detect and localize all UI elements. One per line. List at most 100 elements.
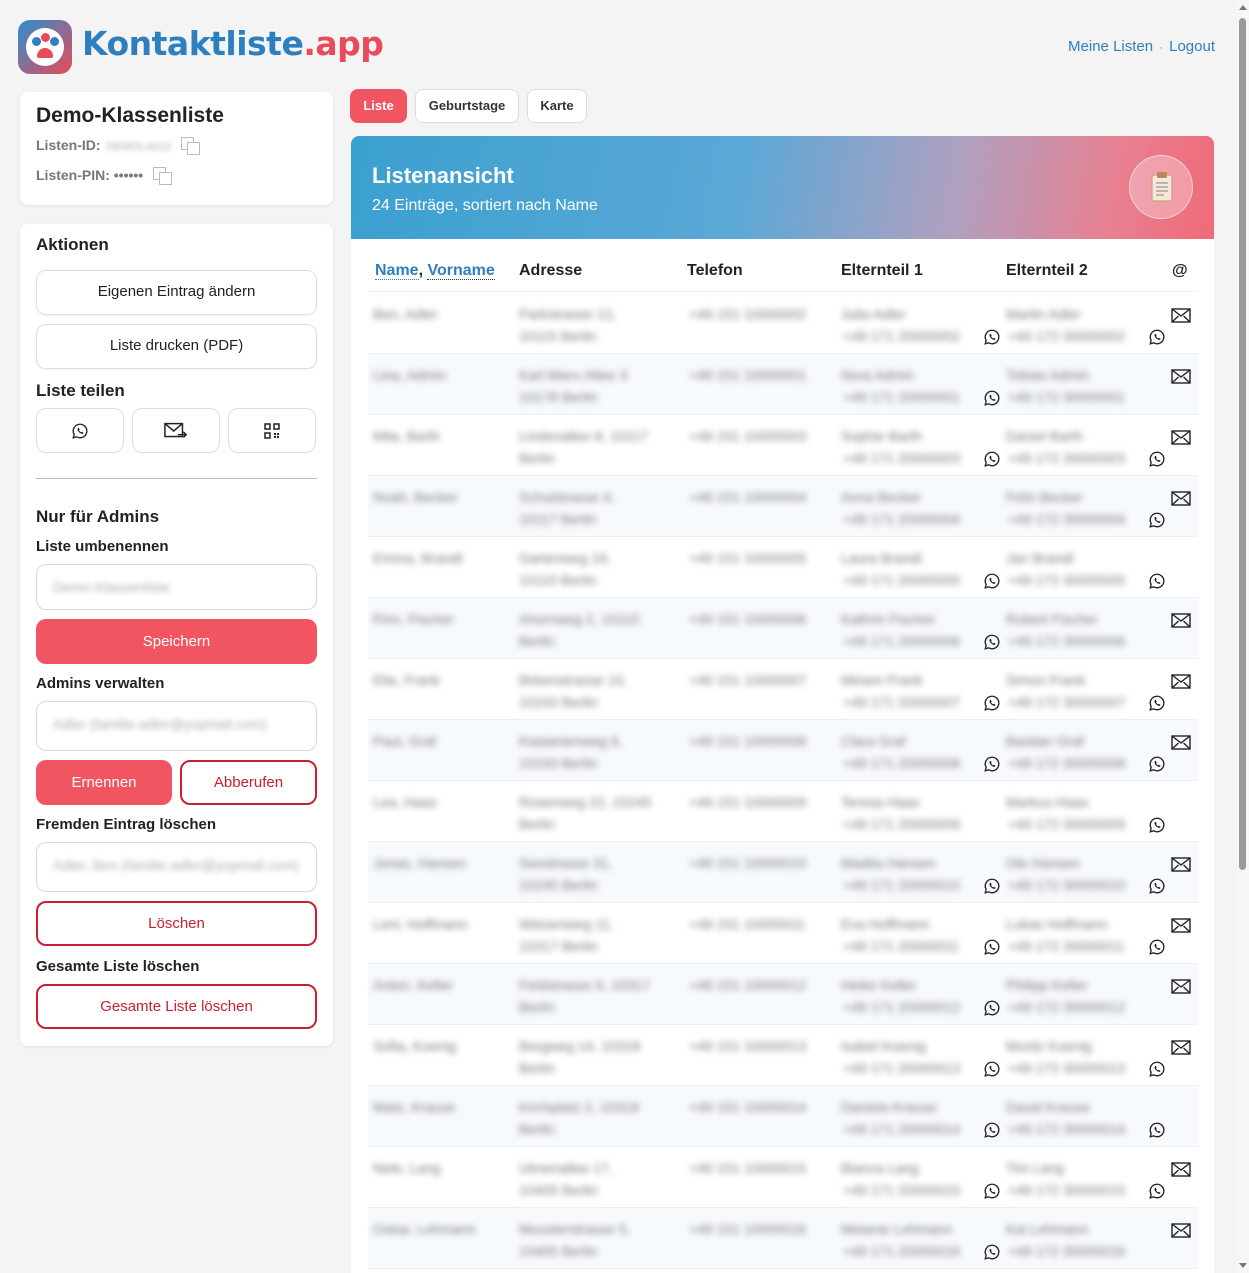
revoke-admin-button[interactable]: Abberufen: [180, 760, 317, 805]
whatsapp-icon[interactable]: [983, 755, 1001, 773]
cell-parent1-phone: +49 171 20000006: [843, 633, 961, 649]
page-scrollbar[interactable]: [1237, 0, 1249, 1273]
actions-title: Aktionen: [36, 235, 109, 254]
tab-liste[interactable]: Liste: [350, 89, 407, 123]
mail-icon[interactable]: [1171, 308, 1191, 323]
whatsapp-icon[interactable]: [983, 1060, 1001, 1078]
scroll-up-arrow-icon[interactable]: [1239, 5, 1247, 10]
table-row: Anton, Keller Feldstrasse 9, 10317 Berlin +…: [368, 964, 1198, 1025]
mail-icon[interactable]: [1171, 1223, 1191, 1238]
share-title: Liste teilen: [36, 381, 125, 400]
mail-icon[interactable]: [1171, 979, 1191, 994]
mail-icon[interactable]: [1171, 613, 1191, 628]
whatsapp-icon[interactable]: [983, 877, 1001, 895]
whatsapp-icon[interactable]: [1148, 1060, 1166, 1078]
cell-name: Jonas, Hansen: [373, 855, 467, 871]
cell-parent2-name: David Krause: [1006, 1099, 1091, 1115]
qr-code-icon: [264, 422, 280, 439]
sort-by-name-header[interactable]: Name, Vorname: [375, 262, 495, 280]
cell-parent1-name: Clara Graf: [841, 733, 906, 749]
whatsapp-icon[interactable]: [1148, 1182, 1166, 1200]
admin-section-title: Nur für Admins: [36, 507, 160, 526]
cell-address-line2: Berlin: [519, 1121, 555, 1137]
delete-all-button[interactable]: Gesamte Liste löschen: [36, 984, 317, 1029]
delete-entry-select[interactable]: Adler, Ben (familie.adler@yopmail.com): [36, 842, 317, 892]
cell-parent2-phone: +49 172 30000012: [1008, 999, 1126, 1015]
cell-parent1-name: Anna Becker: [841, 489, 922, 505]
rename-input[interactable]: Demo-Klassenliste: [36, 564, 317, 610]
mail-icon[interactable]: [1171, 918, 1191, 933]
mail-icon[interactable]: [1171, 1162, 1191, 1177]
whatsapp-icon[interactable]: [983, 1121, 1001, 1139]
whatsapp-icon[interactable]: [1148, 511, 1166, 529]
clipboard-icon: [1129, 155, 1193, 219]
whatsapp-icon[interactable]: [1148, 328, 1166, 346]
cell-parent1-name: Heike Keller: [841, 977, 917, 993]
table-row: Lina, Admin Karl-Marx-Allee 3 10178 Berlin…: [368, 354, 1198, 415]
section-divider: [36, 478, 317, 479]
tab-karte[interactable]: Karte: [527, 89, 587, 123]
scroll-thumb[interactable]: [1239, 18, 1246, 870]
whatsapp-icon[interactable]: [983, 633, 1001, 651]
whatsapp-icon[interactable]: [983, 1243, 1001, 1261]
share-whatsapp-button[interactable]: [36, 408, 124, 453]
whatsapp-icon[interactable]: [1148, 816, 1166, 834]
header-vorname[interactable]: Vorname: [427, 262, 495, 280]
whatsapp-icon[interactable]: [983, 694, 1001, 712]
whatsapp-icon[interactable]: [1148, 938, 1166, 956]
cell-parent2-name: Daniel Barth: [1006, 428, 1084, 444]
whatsapp-icon[interactable]: [1148, 1121, 1166, 1139]
mail-icon[interactable]: [1171, 491, 1191, 506]
save-button[interactable]: Speichern: [36, 619, 317, 664]
whatsapp-icon[interactable]: [983, 938, 1001, 956]
cell-name: Mats, Krause: [373, 1099, 456, 1115]
cell-phone: +49 151 10000005: [689, 550, 807, 566]
whatsapp-icon[interactable]: [983, 328, 1001, 346]
edit-own-entry-button[interactable]: Eigenen Eintrag ändern: [36, 270, 317, 315]
cell-parent1-phone: +49 171 20000004: [843, 511, 961, 527]
whatsapp-icon[interactable]: [1148, 755, 1166, 773]
whatsapp-icon[interactable]: [983, 389, 1001, 407]
mail-icon[interactable]: [1171, 857, 1191, 872]
cell-parent2-phone: +49 172 30000015: [1008, 1182, 1126, 1198]
mail-icon[interactable]: [1171, 430, 1191, 445]
cell-address-line2: Berlin: [519, 999, 555, 1015]
app-logo[interactable]: [18, 20, 72, 74]
cell-parent2-phone: +49 172 30000014: [1008, 1121, 1126, 1137]
cell-phone: +49 151 10000015: [689, 1160, 807, 1176]
delete-entry-button[interactable]: Löschen: [36, 901, 317, 946]
cell-parent1-phone: +49 171 20000009: [843, 816, 961, 832]
appoint-admin-button[interactable]: Ernennen: [36, 760, 172, 805]
tab-geburtstage[interactable]: Geburtstage: [415, 89, 519, 123]
share-qr-button[interactable]: [228, 408, 316, 453]
whatsapp-icon: [72, 423, 88, 439]
cell-parent1-name: Kathrin Fischer: [841, 611, 936, 627]
whatsapp-icon[interactable]: [1148, 450, 1166, 468]
logout-link[interactable]: Logout: [1169, 38, 1215, 55]
copy-pin-icon[interactable]: [153, 167, 173, 186]
print-pdf-button[interactable]: Liste drucken (PDF): [36, 324, 317, 369]
cell-parent2-name: Markus Haas: [1006, 794, 1089, 810]
scroll-down-arrow-icon[interactable]: [1239, 1263, 1247, 1268]
admin-select[interactable]: Adler (familie.adler@yopmail.com): [36, 701, 317, 751]
cell-parent1-phone: +49 171 20000014: [843, 1121, 961, 1137]
copy-id-icon[interactable]: [181, 137, 201, 156]
whatsapp-icon[interactable]: [983, 999, 1001, 1017]
header-comma: ,: [418, 262, 424, 279]
mail-icon[interactable]: [1171, 674, 1191, 689]
whatsapp-icon[interactable]: [983, 572, 1001, 590]
mail-icon[interactable]: [1171, 369, 1191, 384]
delete-entry-select-value: Adler, Ben (familie.adler@yopmail.com): [53, 857, 300, 873]
my-lists-link[interactable]: Meine Listen: [1068, 38, 1153, 55]
mail-icon[interactable]: [1171, 1040, 1191, 1055]
brand-name[interactable]: Kontaktliste.app: [82, 24, 384, 63]
header-telefon: Telefon: [687, 262, 743, 279]
whatsapp-icon[interactable]: [1148, 694, 1166, 712]
whatsapp-icon[interactable]: [1148, 877, 1166, 895]
share-email-button[interactable]: [132, 408, 220, 453]
cell-address-line2: Berlin: [519, 633, 555, 649]
mail-icon[interactable]: [1171, 735, 1191, 750]
whatsapp-icon[interactable]: [983, 450, 1001, 468]
whatsapp-icon[interactable]: [983, 1182, 1001, 1200]
whatsapp-icon[interactable]: [1148, 572, 1166, 590]
